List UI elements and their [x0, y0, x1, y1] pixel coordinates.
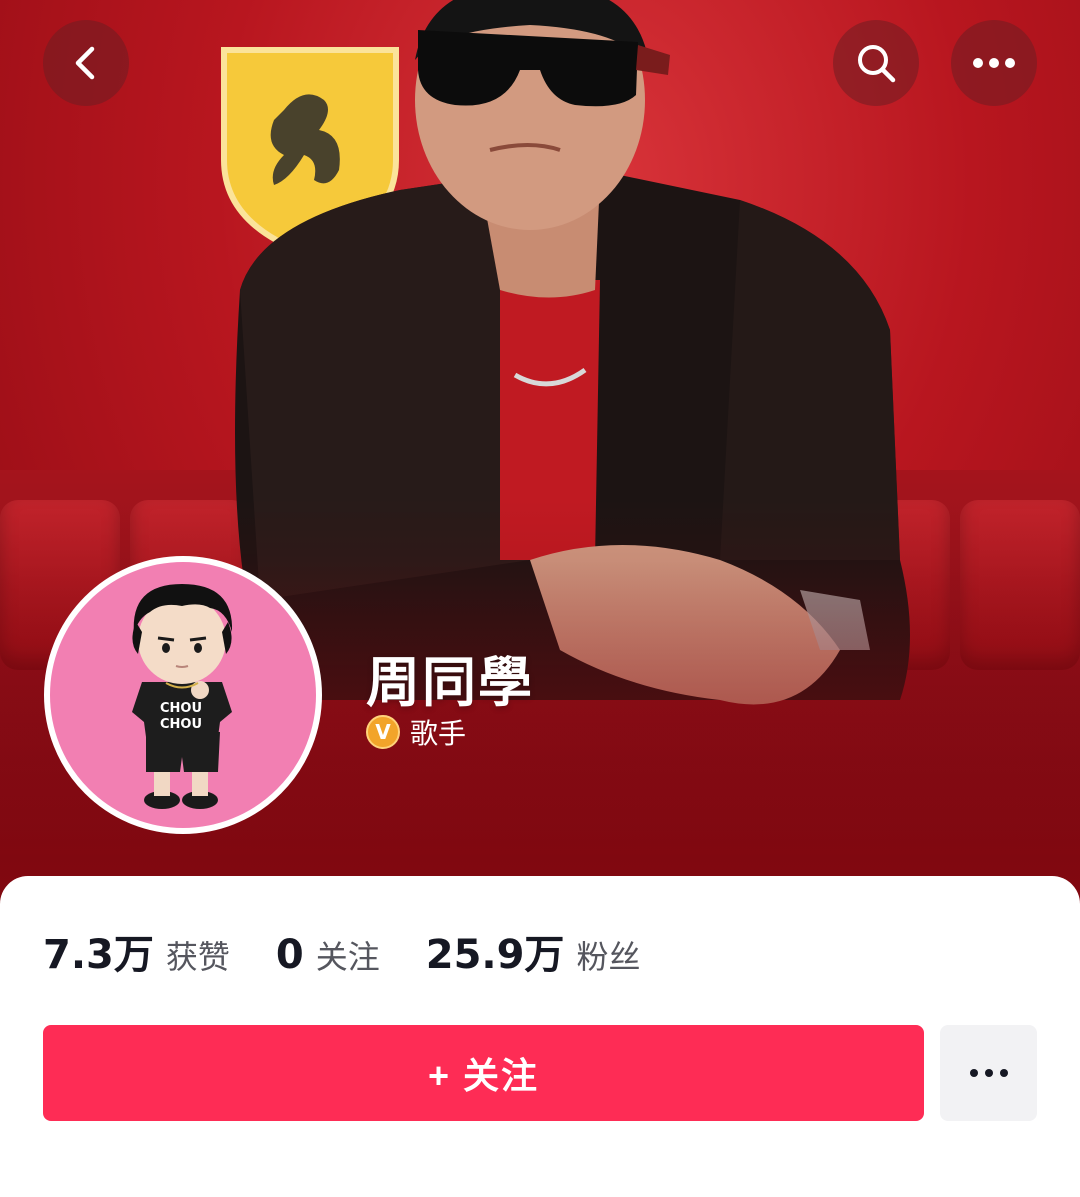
stat-label: 粉丝: [576, 938, 641, 976]
profile-tag-label: 歌手: [410, 717, 467, 750]
more-dots-icon: [969, 1069, 1008, 1077]
more-options-button[interactable]: [940, 1025, 1037, 1121]
svg-text:CHOU: CHOU: [160, 701, 202, 716]
stat-value: 7.3万: [43, 932, 154, 978]
follow-button[interactable]: + 关注: [43, 1025, 924, 1121]
back-button[interactable]: [43, 20, 129, 106]
avatar-figure-image: CHOU CHOU: [132, 584, 233, 809]
stat-following[interactable]: 0 关注: [276, 932, 380, 978]
back-arrow-icon: [75, 46, 95, 80]
avatar[interactable]: CHOU CHOU: [44, 556, 322, 834]
more-dots-icon: [973, 58, 1015, 68]
stat-followers[interactable]: 25.9万 粉丝: [426, 922, 641, 980]
stats-row: 7.3万 获赞 0 关注 25.9万 粉丝: [43, 922, 686, 980]
more-button[interactable]: [951, 20, 1037, 106]
stat-label: 关注: [315, 938, 380, 976]
profile-page: CHOU CHOU 周同學 V 歌手 7.3万 获赞 0 关注 25.9万 粉丝…: [0, 0, 1080, 1197]
stat-likes[interactable]: 7.3万 获赞: [43, 922, 230, 980]
stat-value: 0: [275, 932, 304, 978]
verified-badge-icon: V: [366, 715, 400, 749]
stat-label: 获赞: [165, 938, 230, 976]
search-icon: [858, 45, 896, 83]
svg-text:CHOU: CHOU: [160, 717, 202, 732]
profile-name: 周同學: [366, 651, 534, 714]
profile-info-sheet: 7.3万 获赞 0 关注 25.9万 粉丝 + 关注: [0, 876, 1080, 1197]
profile-tag: V 歌手: [366, 712, 466, 752]
search-button[interactable]: [833, 20, 919, 106]
stat-value: 25.9万: [425, 932, 565, 978]
